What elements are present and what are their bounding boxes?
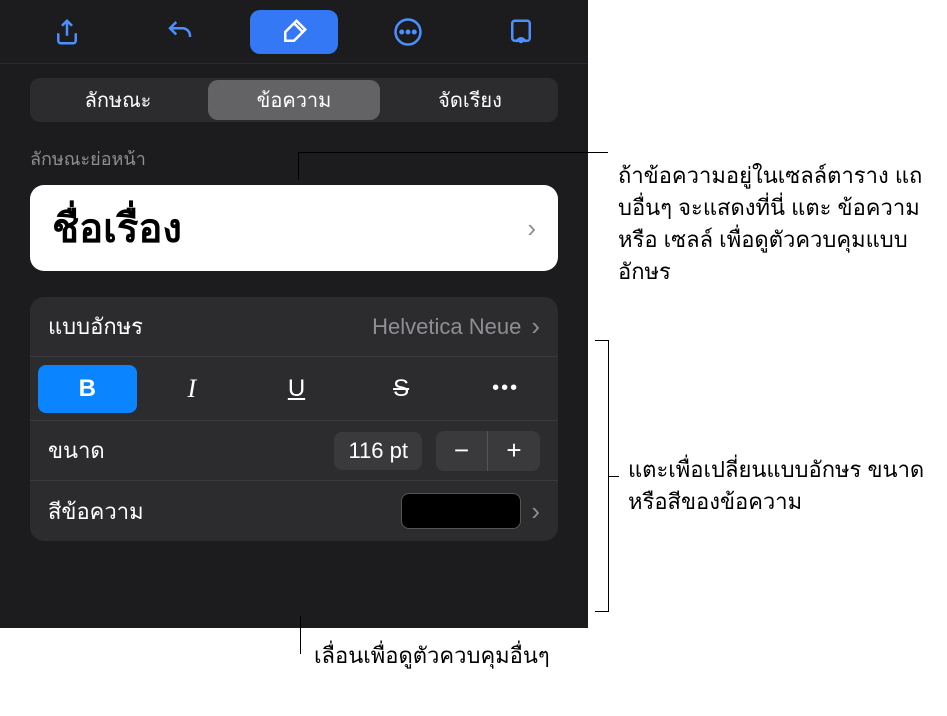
callout-font-note: แตะเพื่อเปลี่ยนแบบอักษร ขนาด หรือสีของข้… [628, 454, 938, 518]
italic-button[interactable]: I [143, 365, 242, 413]
callout-line [609, 476, 619, 477]
tab-text[interactable]: ข้อความ [208, 80, 380, 120]
callout-line [300, 616, 301, 654]
size-value[interactable]: 116 pt [334, 432, 422, 470]
share-icon [52, 17, 82, 47]
text-color-swatch [401, 493, 521, 529]
font-row[interactable]: แบบอักษร Helvetica Neue › [30, 297, 558, 357]
share-button[interactable] [23, 10, 111, 54]
callout-scroll-note: เลื่อนเพื่อดูตัวควบคุมอื่นๆ [314, 640, 714, 672]
font-value: Helvetica Neue [372, 314, 521, 340]
tab-arrange[interactable]: จัดเรียง [384, 80, 556, 120]
size-label: ขนาด [48, 433, 334, 468]
paragraph-style-name: ชื่อเรื่อง [52, 196, 182, 260]
text-color-row[interactable]: สีข้อความ › [30, 481, 558, 541]
callout-line [298, 152, 608, 153]
more-button[interactable] [364, 10, 452, 54]
font-group: แบบอักษร Helvetica Neue › B I U S ••• ขน… [30, 297, 558, 541]
ellipsis-circle-icon [393, 17, 423, 47]
bold-button[interactable]: B [38, 365, 137, 413]
format-button[interactable] [250, 10, 338, 54]
font-label: แบบอักษร [48, 309, 372, 344]
more-styles-button[interactable]: ••• [456, 365, 555, 413]
callout-tabs-note: ถ้าข้อความอยู่ในเซลล์ตาราง แถบอื่นๆ จะแส… [618, 160, 938, 288]
chevron-right-icon: › [527, 213, 536, 244]
underline-button[interactable]: U [247, 365, 346, 413]
segmented-control-wrap: ลักษณะ ข้อความ จัดเรียง [0, 64, 588, 132]
view-options-button[interactable] [477, 10, 565, 54]
paragraph-styles-label: ลักษณะย่อหน้า [0, 132, 588, 179]
paragraph-style-row[interactable]: ชื่อเรื่อง › [30, 185, 558, 271]
callout-line [298, 152, 299, 180]
size-increase-button[interactable]: + [488, 431, 540, 471]
chevron-right-icon: › [531, 496, 540, 527]
tab-style[interactable]: ลักษณะ [32, 80, 204, 120]
top-toolbar [0, 0, 588, 64]
text-style-buttons: B I U S ••• [30, 357, 558, 421]
segmented-control: ลักษณะ ข้อความ จัดเรียง [30, 78, 558, 122]
callout-bracket [595, 340, 609, 612]
format-panel: ลักษณะ ข้อความ จัดเรียง ลักษณะย่อหน้า ชื… [0, 0, 588, 628]
size-row: ขนาด 116 pt − + [30, 421, 558, 481]
strikethrough-button[interactable]: S [352, 365, 451, 413]
undo-icon [165, 17, 195, 47]
size-stepper: − + [436, 431, 540, 471]
size-decrease-button[interactable]: − [436, 431, 488, 471]
doc-eye-icon [506, 17, 536, 47]
brush-icon [279, 17, 309, 47]
chevron-right-icon: › [531, 311, 540, 342]
text-color-label: สีข้อความ [48, 494, 401, 529]
undo-button[interactable] [136, 10, 224, 54]
